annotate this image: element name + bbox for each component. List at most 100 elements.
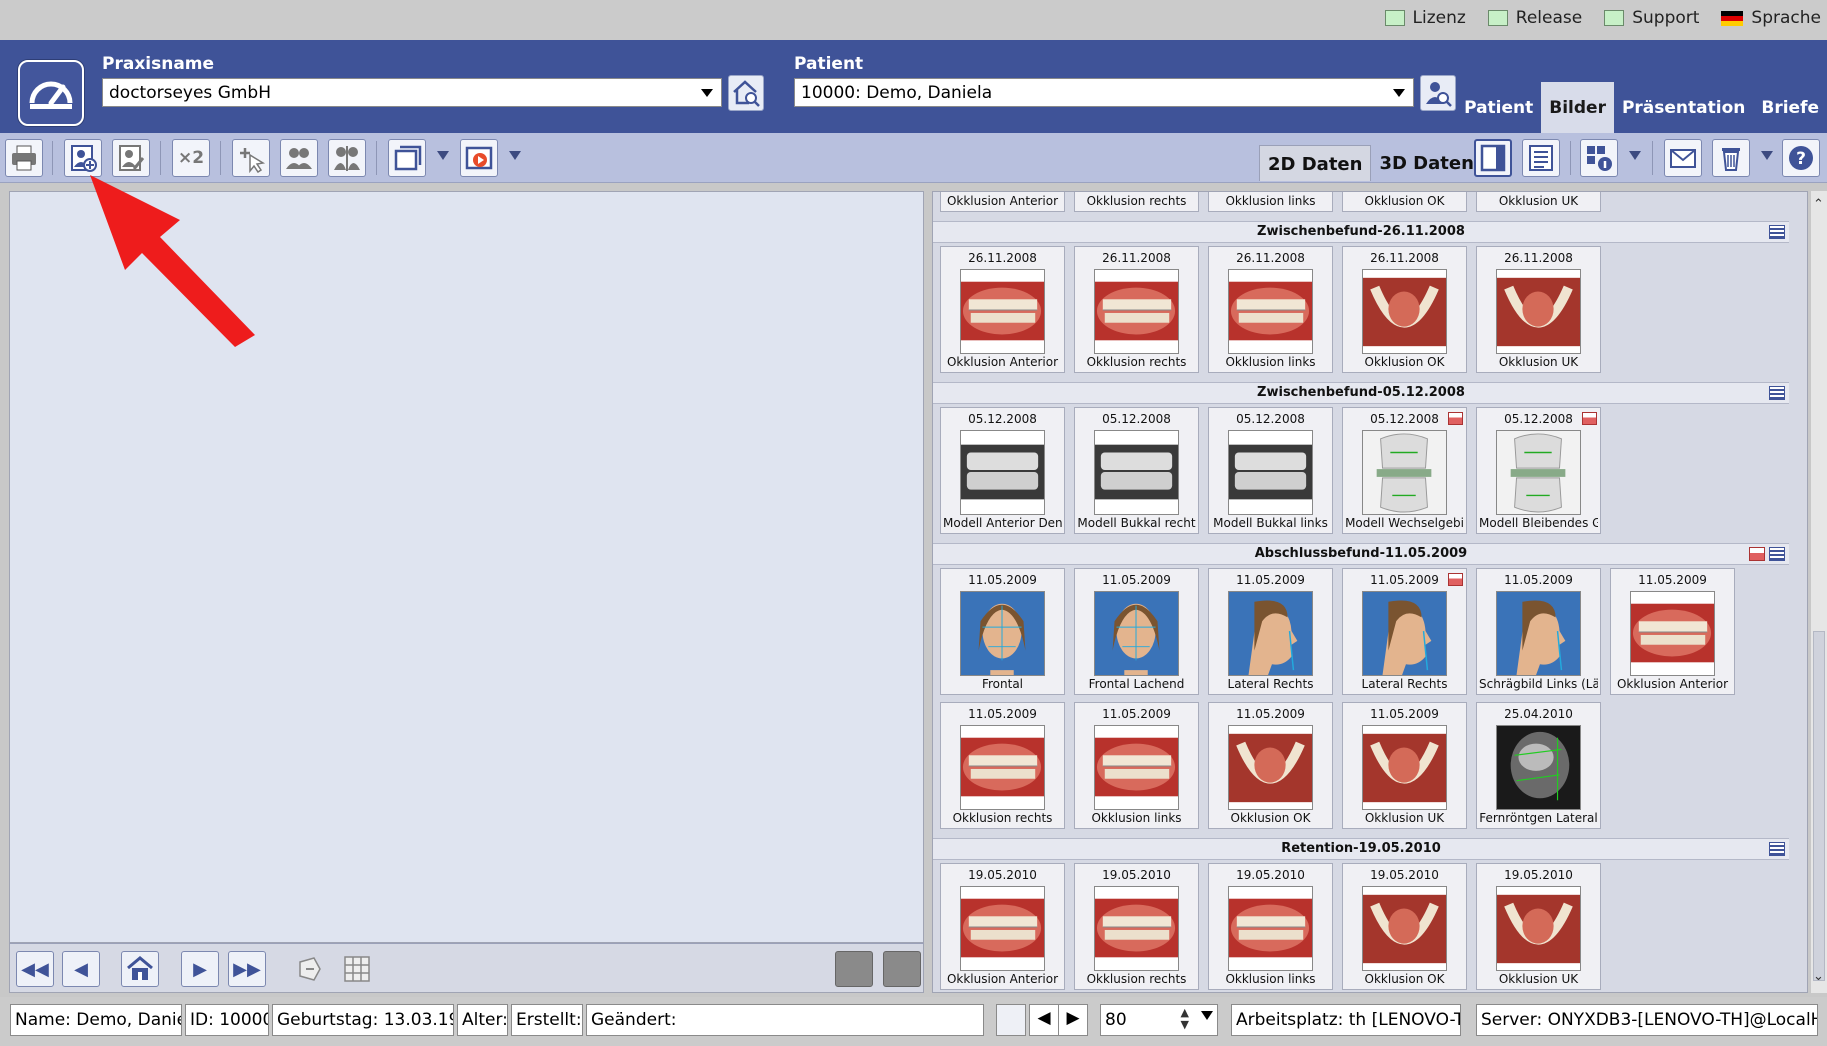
- image-thumbnail[interactable]: 19.05.2010 Okklusion rechts: [1074, 863, 1199, 990]
- edit-image-button[interactable]: [112, 139, 150, 177]
- spinner-arrows-icon[interactable]: ▲ ▼: [1181, 1007, 1189, 1031]
- add-image-button[interactable]: [64, 139, 102, 177]
- image-thumbnail[interactable]: 19.05.2010 Okklusion OK: [1342, 863, 1467, 990]
- practice-search-button[interactable]: [728, 75, 764, 111]
- group-header[interactable]: Retention-19.05.2010: [933, 838, 1789, 860]
- group-header[interactable]: Zwischenbefund-05.12.2008: [933, 382, 1789, 404]
- zoom-spinner[interactable]: 80 ▲ ▼: [1100, 1004, 1218, 1036]
- image-thumbnail[interactable]: Okklusion OK: [1342, 192, 1467, 212]
- group-header[interactable]: Zwischenbefund-26.11.2008: [933, 221, 1789, 243]
- image-thumbnail[interactable]: Okklusion UK: [1476, 192, 1601, 212]
- image-thumbnail[interactable]: 11.05.2009 Lateral Rechts: [1342, 568, 1467, 695]
- tab-patient[interactable]: Patient: [1456, 82, 1541, 133]
- previous-image-button[interactable]: ◀: [62, 951, 100, 987]
- image-thumbnail[interactable]: 26.11.2008 Okklusion OK: [1342, 246, 1467, 373]
- practice-combobox[interactable]: doctorseyes GmbH: [102, 78, 722, 107]
- page-next-button[interactable]: ▶: [1058, 1004, 1088, 1036]
- patient-combobox[interactable]: 10000: Demo, Daniela: [794, 78, 1414, 107]
- print-button[interactable]: [5, 139, 43, 177]
- status-page-field[interactable]: [996, 1004, 1026, 1036]
- image-thumbnail[interactable]: Okklusion links: [1208, 192, 1333, 212]
- image-thumbnail[interactable]: 11.05.2009 Frontal: [940, 568, 1065, 695]
- top-strip: Lizenz Release Support Sprache: [0, 0, 1827, 40]
- chevron-down-icon[interactable]: [1201, 1011, 1213, 1020]
- thumbnail-date: 05.12.2008: [1236, 412, 1305, 426]
- duplicate-button[interactable]: ×2: [172, 139, 210, 177]
- rotate-tool-button[interactable]: [290, 951, 328, 987]
- export-button[interactable]: [388, 139, 426, 177]
- license-link[interactable]: Lizenz: [1384, 8, 1466, 28]
- image-thumbnail[interactable]: 19.05.2010 Okklusion links: [1208, 863, 1333, 990]
- group-list-icon[interactable]: [1769, 225, 1785, 239]
- flag-marker-icon: [1448, 412, 1463, 425]
- image-thumbnail[interactable]: 05.12.2008 Modell Bukkal links: [1208, 407, 1333, 534]
- info-dropdown-arrow[interactable]: [1629, 151, 1641, 160]
- list-view-button[interactable]: [1522, 139, 1560, 177]
- help-button[interactable]: ?: [1782, 139, 1820, 177]
- image-thumbnail[interactable]: 11.05.2009 Schrägbild Links (Lä: [1476, 568, 1601, 695]
- group-header[interactable]: Abschlussbefund-11.05.2009: [933, 543, 1789, 565]
- compare-persons-button[interactable]: [280, 139, 318, 177]
- image-thumbnail[interactable]: Okklusion rechts: [1074, 192, 1199, 212]
- group-list-icon[interactable]: [1769, 842, 1785, 856]
- image-thumbnail[interactable]: Okklusion Anterior: [940, 192, 1065, 212]
- printer-icon: [12, 145, 36, 171]
- tab-briefe[interactable]: Briefe: [1753, 82, 1827, 133]
- patient-search-button[interactable]: [1420, 75, 1456, 111]
- image-thumbnail[interactable]: 05.12.2008 Modell Bleibendes G: [1476, 407, 1601, 534]
- language-link[interactable]: Sprache: [1721, 8, 1821, 28]
- image-thumbnail[interactable]: 05.12.2008 Modell Anterior Dent: [940, 407, 1065, 534]
- image-gallery: Okklusion Anterior Okklusion rechts Okklus…: [932, 191, 1808, 993]
- image-thumbnail[interactable]: 05.12.2008 Modell Wechselgebi: [1342, 407, 1467, 534]
- image-thumbnail[interactable]: 11.05.2009 Okklusion links: [1074, 702, 1199, 829]
- image-thumbnail[interactable]: 11.05.2009 Lateral Rechts: [1208, 568, 1333, 695]
- image-thumbnail[interactable]: 19.05.2010 Okklusion UK: [1476, 863, 1601, 990]
- page-prev-button[interactable]: ◀: [1029, 1004, 1059, 1036]
- last-image-button[interactable]: ▶▶: [228, 951, 266, 987]
- group-title: Retention-19.05.2010: [1281, 841, 1441, 856]
- svg-text:?: ?: [1796, 149, 1806, 169]
- delete-dropdown-arrow[interactable]: [1761, 151, 1773, 160]
- grid-tool-button[interactable]: [338, 951, 376, 987]
- image-thumbnail[interactable]: 19.05.2010 Okklusion Anterior: [940, 863, 1065, 990]
- image-thumbnail[interactable]: 26.11.2008 Okklusion Anterior: [940, 246, 1065, 373]
- image-thumbnail[interactable]: 11.05.2009 Okklusion rechts: [940, 702, 1065, 829]
- tab-bilder[interactable]: Bilder: [1541, 82, 1614, 133]
- group-list-icon[interactable]: [1769, 547, 1785, 561]
- image-thumbnail[interactable]: 11.05.2009 Okklusion Anterior: [1610, 568, 1735, 695]
- view-mode-button-1[interactable]: [835, 951, 873, 987]
- next-image-button[interactable]: ▶: [181, 951, 219, 987]
- slideshow-button[interactable]: [460, 139, 498, 177]
- image-thumbnail[interactable]: 11.05.2009 Okklusion OK: [1208, 702, 1333, 829]
- delete-button[interactable]: [1712, 139, 1750, 177]
- flag-marker-icon[interactable]: [1749, 547, 1765, 561]
- info-grid-button[interactable]: [1580, 139, 1618, 177]
- scrollbar-thumb[interactable]: [1813, 631, 1825, 981]
- gallery-scrollbar[interactable]: ⌃ ⌄: [1811, 191, 1827, 993]
- tab-2d-daten[interactable]: 2D Daten: [1259, 145, 1372, 181]
- image-thumbnail[interactable]: 26.11.2008 Okklusion rechts: [1074, 246, 1199, 373]
- image-thumbnail[interactable]: 05.12.2008 Modell Bukkal recht: [1074, 407, 1199, 534]
- view-mode-button-2[interactable]: [883, 951, 921, 987]
- image-thumbnail[interactable]: 26.11.2008 Okklusion links: [1208, 246, 1333, 373]
- scroll-up-icon[interactable]: ⌃: [1813, 197, 1824, 212]
- scroll-down-icon[interactable]: ⌄: [1813, 969, 1824, 984]
- single-view-button[interactable]: [1474, 139, 1512, 177]
- tab-3d-daten[interactable]: 3D Daten: [1371, 145, 1481, 181]
- image-thumbnail[interactable]: 11.05.2009 Okklusion UK: [1342, 702, 1467, 829]
- mirror-button[interactable]: [328, 139, 366, 177]
- image-thumbnail[interactable]: 25.04.2010 Fernröntgen Lateral: [1476, 702, 1601, 829]
- export-dropdown-arrow[interactable]: [437, 151, 449, 160]
- release-link[interactable]: Release: [1487, 8, 1582, 28]
- home-button[interactable]: [121, 951, 159, 987]
- select-tool-button[interactable]: [232, 139, 270, 177]
- tab-praesentation[interactable]: Präsentation: [1614, 82, 1753, 133]
- image-thumbnail[interactable]: 26.11.2008 Okklusion UK: [1476, 246, 1601, 373]
- first-image-button[interactable]: ◀◀: [16, 951, 54, 987]
- thumbnail-date: 19.05.2010: [1236, 868, 1305, 882]
- send-mail-button[interactable]: [1664, 139, 1702, 177]
- image-thumbnail[interactable]: 11.05.2009 Frontal Lachend: [1074, 568, 1199, 695]
- support-link[interactable]: Support: [1604, 8, 1699, 28]
- slideshow-dropdown-arrow[interactable]: [509, 151, 521, 160]
- group-list-icon[interactable]: [1769, 386, 1785, 400]
